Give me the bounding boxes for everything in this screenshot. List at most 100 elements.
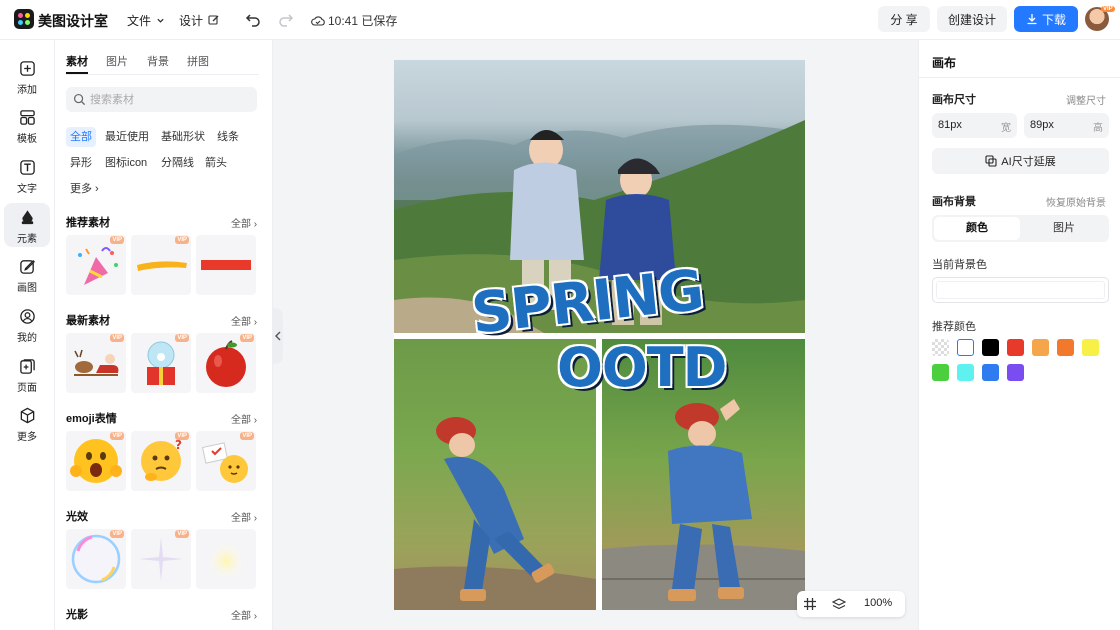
rail-item-mine[interactable]: 我的 [4, 302, 50, 346]
vip-badge: VIP [175, 334, 189, 342]
rail-item-more[interactable]: 更多 [4, 401, 50, 445]
all-label: 全部 [231, 513, 251, 524]
asset-thumb-glow[interactable] [196, 529, 256, 589]
chevron-down-icon [157, 18, 165, 23]
all-label: 全部 [231, 415, 251, 426]
chip-dividers[interactable]: 分隔线 [157, 153, 198, 173]
party-popper-icon [78, 247, 118, 285]
swatch-purple[interactable] [1007, 364, 1024, 381]
design-canvas[interactable]: SPRING OOTD [394, 60, 805, 610]
asset-thumb-love-letter-emoji[interactable]: VIP [196, 431, 256, 491]
swatch-orange[interactable] [1057, 339, 1074, 356]
page-add-icon [20, 359, 35, 374]
section-all-link[interactable]: 全部 › [231, 607, 257, 622]
current-bg-color-field[interactable] [932, 277, 1109, 303]
tab-materials[interactable]: 素材 [66, 53, 88, 69]
rail-label: 页面 [17, 383, 37, 394]
width-value: 81px [938, 119, 962, 131]
redo-icon[interactable] [277, 11, 295, 29]
asset-thumb-red-bar[interactable] [196, 235, 256, 295]
chip-recent[interactable]: 最近使用 [101, 127, 153, 147]
bubble-icon [71, 534, 121, 584]
zoom-level[interactable]: 100% [864, 597, 892, 609]
section-all-link[interactable]: 全部 › [231, 215, 257, 230]
asset-thumb-red-apple[interactable]: VIP [196, 333, 256, 393]
asset-thumb-yellow-stroke[interactable]: VIP [131, 235, 191, 295]
vip-badge: VIP [1101, 6, 1115, 12]
restore-bg-link[interactable]: 恢复原始背景 [1046, 194, 1106, 209]
chip-more[interactable]: 更多 › [66, 179, 103, 199]
asset-thumb-snow-globe[interactable]: VIP [131, 333, 191, 393]
vip-badge: VIP [175, 530, 189, 538]
tab-images[interactable]: 图片 [106, 53, 128, 69]
width-field[interactable]: 81px 宽 [932, 113, 1017, 138]
rail-item-draw[interactable]: 画图 [4, 252, 50, 296]
design-menu[interactable]: 设计 [179, 12, 220, 29]
rail-item-pages[interactable]: 页面 [4, 352, 50, 396]
asset-thumb-party-popper[interactable]: VIP [66, 235, 126, 295]
vip-badge: VIP [240, 432, 254, 440]
adjust-size-link[interactable]: 调整尺寸 [1066, 92, 1106, 107]
swatch-red[interactable] [1007, 339, 1024, 356]
headline-ootd[interactable]: OOTD [557, 336, 727, 399]
logo-icon[interactable] [14, 9, 34, 29]
rail-item-elements[interactable]: 元素 [4, 203, 50, 247]
chip-irregular[interactable]: 异形 [66, 153, 96, 173]
height-field[interactable]: 89px 高 [1024, 113, 1109, 138]
love-letter-emoji-icon [201, 442, 248, 483]
rail-label: 更多 [17, 432, 37, 443]
swatch-cyan[interactable] [957, 364, 974, 381]
seg-image[interactable]: 图片 [1021, 217, 1107, 240]
tab-underline [66, 72, 88, 74]
download-icon [1027, 14, 1037, 25]
download-button[interactable]: 下载 [1014, 6, 1078, 32]
top-bar: 美图设计室 文件 设计 10:41 已保存 分 享 创建设计 下载 VIP [0, 0, 1120, 40]
tab-backgrounds[interactable]: 背景 [147, 53, 169, 69]
grid-icon[interactable] [803, 597, 817, 611]
save-status: 10:41 已保存 [311, 12, 397, 29]
swatch-yellow[interactable] [1082, 339, 1099, 356]
design-menu-label: 设计 [179, 14, 204, 28]
ai-extend-button[interactable]: AI尺寸延展 [932, 148, 1109, 174]
asset-thumb-thinking-emoji[interactable]: VIP ? [131, 431, 191, 491]
template-icon [20, 110, 35, 125]
tab-collage[interactable]: 拼图 [187, 53, 209, 69]
create-design-button[interactable]: 创建设计 [937, 6, 1007, 32]
asset-thumb-reindeer-sleigh[interactable]: VIP [66, 333, 126, 393]
share-button[interactable]: 分 享 [878, 6, 930, 32]
ai-extend-label: AI尺寸延展 [1001, 156, 1056, 168]
shocked-emoji-icon [70, 439, 122, 483]
layers-icon[interactable] [832, 597, 846, 611]
swatch-transparent[interactable] [932, 339, 949, 356]
swatch-white[interactable] [957, 339, 974, 356]
swatch-light-orange[interactable] [1032, 339, 1049, 356]
search-input[interactable] [90, 87, 250, 112]
bg-type-segment: 颜色 图片 [932, 215, 1109, 242]
file-menu[interactable]: 文件 [127, 12, 165, 29]
section-all-link[interactable]: 全部 › [231, 411, 257, 426]
asset-thumb-sparkle[interactable]: VIP [131, 529, 191, 589]
asset-thumb-shocked-emoji[interactable]: VIP [66, 431, 126, 491]
section-all-link[interactable]: 全部 › [231, 509, 257, 524]
chip-icons[interactable]: 图标icon [101, 153, 151, 173]
seg-color[interactable]: 颜色 [934, 217, 1020, 240]
search-box[interactable] [66, 87, 257, 112]
chip-lines[interactable]: 线条 [213, 127, 243, 147]
asset-thumb-bubble[interactable]: VIP [66, 529, 126, 589]
canvas-bg-label: 画布背景 [932, 196, 976, 208]
plus-square-icon [20, 61, 35, 76]
panel-collapse-handle[interactable] [273, 308, 283, 364]
swatch-green[interactable] [932, 364, 949, 381]
chip-all[interactable]: 全部 [66, 127, 96, 147]
section-all-link[interactable]: 全部 › [231, 313, 257, 328]
swatch-blue[interactable] [982, 364, 999, 381]
rail-item-add[interactable]: 添加 [4, 54, 50, 98]
rail-item-text[interactable]: 文字 [4, 153, 50, 197]
asset-panel: 素材 图片 背景 拼图 全部 最近使用 基础形状 线条 异形 图标icon 分隔… [55, 40, 273, 630]
rail-item-templates[interactable]: 模板 [4, 103, 50, 147]
chip-arrows[interactable]: 箭头 [201, 153, 231, 173]
chip-basic-shapes[interactable]: 基础形状 [157, 127, 209, 147]
undo-icon[interactable] [244, 11, 262, 29]
canvas-size-label: 画布尺寸 [932, 94, 976, 106]
swatch-black[interactable] [982, 339, 999, 356]
